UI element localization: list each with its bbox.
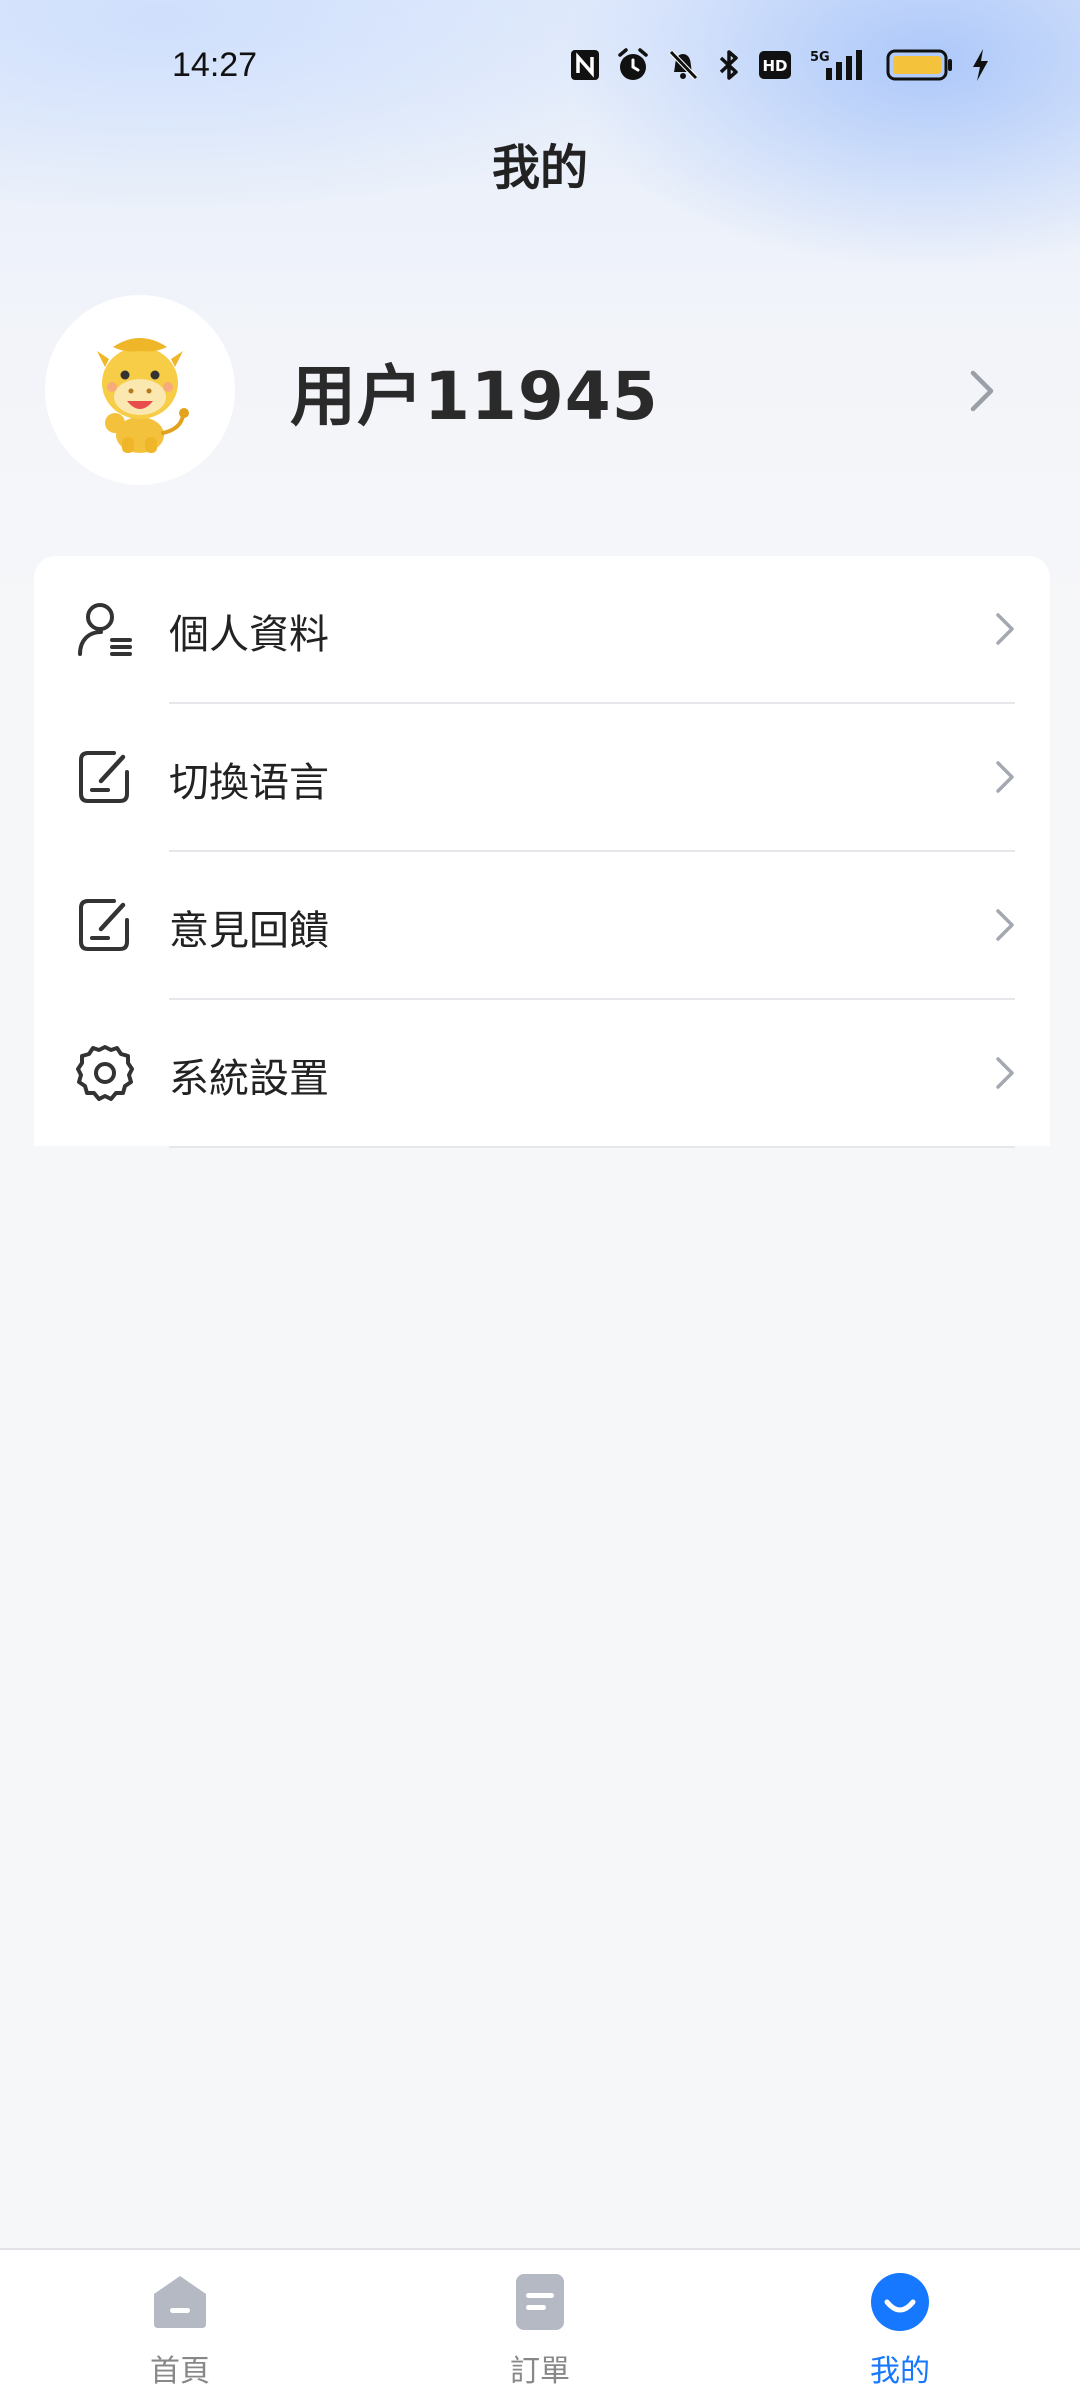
menu-item-label: 意見回饋 — [169, 908, 329, 954]
profile-smile-icon — [870, 2272, 930, 2332]
menu-item-label: 個人資料 — [169, 612, 329, 658]
tab-label: 我的 — [870, 2354, 930, 2389]
avatar[interactable] — [45, 295, 235, 485]
status-time: 14:27 — [172, 46, 258, 84]
home-icon — [150, 2272, 210, 2332]
tab-label: 首頁 — [150, 2354, 210, 2389]
cow-mascot-icon — [97, 338, 189, 453]
chevron-right-icon — [992, 1053, 1018, 1097]
battery-icon — [886, 49, 954, 81]
edit-icon — [74, 894, 136, 956]
bottom-tab-bar: 首頁 訂單 我的 — [0, 2248, 1080, 2402]
mute-icon — [666, 48, 700, 82]
hd-label: HD — [762, 57, 787, 75]
menu-item-language[interactable]: 切換语言 — [34, 704, 1050, 852]
menu-list: 個人資料 切換语言 意見回饋 系統設置 — [34, 556, 1050, 1148]
gear-icon — [74, 1042, 136, 1104]
chevron-right-icon — [992, 905, 1018, 949]
tab-home[interactable]: 首頁 — [80, 2250, 280, 2402]
network-label: 5G — [810, 50, 830, 65]
menu-item-profile[interactable]: 個人資料 — [34, 556, 1050, 704]
hd-icon: HD — [758, 50, 792, 80]
alarm-icon — [616, 48, 650, 82]
page-title: 我的 — [491, 140, 588, 196]
username[interactable]: 用户11945 — [290, 343, 659, 439]
charging-icon — [970, 48, 990, 82]
tab-orders[interactable]: 訂單 — [440, 2250, 640, 2402]
divider — [169, 1146, 1015, 1148]
chevron-right-icon — [992, 757, 1018, 801]
menu-item-feedback[interactable]: 意見回饋 — [34, 852, 1050, 1000]
tab-mine[interactable]: 我的 — [800, 2250, 1000, 2402]
status-icons: HD 5G — [570, 48, 990, 82]
profile-header[interactable]: 用户11945 — [45, 295, 1035, 485]
status-bar: 14:27 HD 5G — [0, 0, 1080, 130]
nfc-icon — [570, 49, 600, 81]
edit-icon — [74, 746, 136, 808]
chevron-right-icon — [992, 609, 1018, 653]
chevron-right-icon[interactable] — [965, 365, 999, 421]
5g-signal-icon: 5G — [808, 48, 870, 82]
menu-item-settings[interactable]: 系統設置 — [34, 1000, 1050, 1148]
tab-label: 訂單 — [510, 2354, 570, 2389]
menu-item-label: 切換语言 — [169, 760, 329, 806]
user-profile-icon — [74, 598, 136, 660]
order-icon — [510, 2272, 570, 2332]
bluetooth-icon — [716, 48, 742, 82]
menu-item-label: 系統設置 — [169, 1056, 329, 1102]
